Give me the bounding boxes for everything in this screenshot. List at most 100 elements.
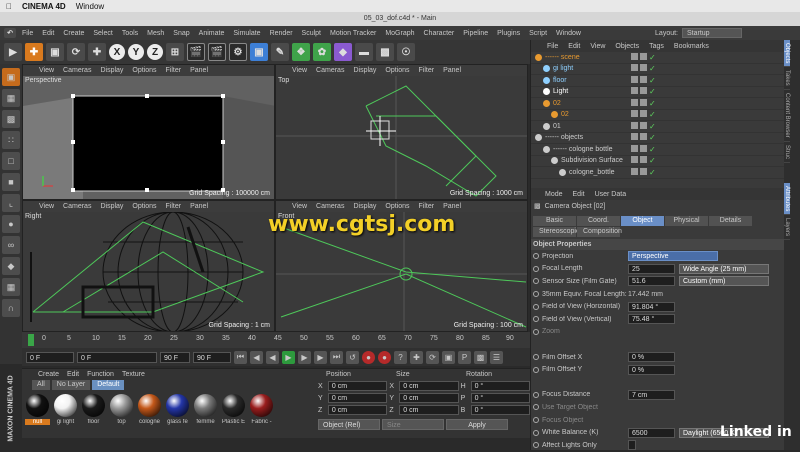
render-view-icon[interactable]: 🎬	[187, 43, 205, 61]
animation-dot-icon[interactable]	[533, 265, 539, 272]
vp-menu-cameras[interactable]: Cameras	[63, 67, 91, 74]
visibility-flags[interactable]: ✓	[631, 167, 656, 177]
material-swatch[interactable]: Fabric -	[249, 394, 274, 432]
position-field[interactable]: 0 cm	[327, 405, 388, 415]
texture-mode-icon[interactable]: ▩	[2, 110, 20, 128]
tab-coord[interactable]: Coord.	[577, 216, 620, 226]
render-picture-viewer-icon[interactable]: 🎬	[208, 43, 226, 61]
mat-menu-texture[interactable]: Texture	[122, 371, 145, 378]
property-field[interactable]: 51.6	[628, 276, 675, 287]
property-field[interactable]: 7 cm	[628, 389, 675, 400]
magnet-icon[interactable]: ∩	[2, 299, 20, 317]
go-to-start-icon[interactable]: ⏮	[234, 350, 247, 364]
menu-tools[interactable]: Tools	[122, 30, 138, 37]
vp-menu-view[interactable]: View	[39, 67, 54, 74]
enabled-check-icon[interactable]: ✓	[649, 110, 656, 119]
animation-dot-icon[interactable]	[533, 291, 539, 298]
next-key-icon[interactable]: ▶	[314, 350, 327, 364]
tab-composition[interactable]: Composition	[577, 227, 622, 237]
vp-menu-display[interactable]: Display	[100, 203, 123, 210]
object-row[interactable]: 01 ✓	[531, 121, 784, 133]
menu-sculpt[interactable]: Sculpt	[302, 30, 321, 37]
object-row[interactable]: ------ cologne bottle ✓	[531, 144, 784, 156]
size-field[interactable]: 0 cm	[399, 381, 459, 391]
layout-dropdown[interactable]: Startup	[682, 28, 742, 38]
visibility-flags[interactable]: ✓	[631, 110, 656, 119]
preset-dropdown[interactable]: Custom (mm)	[679, 276, 769, 287]
visibility-flags[interactable]: ✓	[631, 133, 656, 142]
visibility-flags[interactable]: ✓	[631, 52, 656, 62]
rotation-field[interactable]: 0 °	[470, 405, 530, 415]
vp-menu-options[interactable]: Options	[385, 67, 409, 74]
preset-dropdown[interactable]: Wide Angle (25 mm)	[679, 263, 769, 274]
menu-select[interactable]: Select	[93, 30, 112, 37]
menu-pipeline[interactable]: Pipeline	[463, 30, 488, 37]
points-mode-icon[interactable]: ∷	[2, 131, 20, 149]
visibility-flags[interactable]: ✓	[631, 64, 656, 73]
scale-icon[interactable]: ▣	[46, 43, 64, 61]
window-menu[interactable]: Window	[76, 2, 104, 11]
vp-menu-options[interactable]: Options	[385, 203, 409, 210]
right-tab-takes[interactable]: Takes	[784, 67, 790, 91]
material-swatch[interactable]: null	[25, 394, 50, 432]
om-menu-view[interactable]: View	[590, 43, 605, 50]
right-tab-content-browser[interactable]: Content Browser	[784, 90, 790, 142]
animation-dot-icon[interactable]	[533, 303, 539, 310]
cloner-icon[interactable]: ✿	[313, 43, 331, 61]
visibility-flags[interactable]: ✓	[631, 156, 656, 165]
apple-icon[interactable]: 	[6, 2, 12, 11]
menu-mesh[interactable]: Mesh	[147, 30, 164, 37]
visibility-flags[interactable]: ✓	[631, 87, 656, 96]
property-field[interactable]: 91.804 °	[628, 301, 675, 312]
menu-script[interactable]: Script	[529, 30, 547, 37]
size-field[interactable]: 0 cm	[399, 393, 459, 403]
polygons-mode-icon[interactable]: ■	[2, 173, 20, 191]
animation-dot-icon[interactable]	[533, 278, 539, 285]
tab-stereoscopic[interactable]: Stereoscopic	[533, 227, 579, 237]
rotation-field[interactable]: 0 °	[470, 381, 530, 391]
coord-mode-dropdown[interactable]: Object (Rel)	[318, 418, 380, 430]
am-menu-mode[interactable]: Mode	[545, 191, 563, 198]
camera-icon[interactable]: ▩	[376, 43, 394, 61]
mat-tab-default[interactable]: Default	[92, 380, 125, 390]
edges-mode-icon[interactable]: □	[2, 152, 20, 170]
menu-render[interactable]: Render	[270, 30, 293, 37]
model-mode-icon[interactable]: ▦	[2, 89, 20, 107]
cube-icon[interactable]: ▣	[250, 43, 268, 61]
visibility-flags[interactable]: ✓	[631, 144, 656, 154]
am-menu-user-data[interactable]: User Data	[595, 191, 627, 198]
menu-animate[interactable]: Animate	[199, 30, 225, 37]
move-icon[interactable]: ✚	[25, 43, 43, 61]
enabled-check-icon[interactable]: ✓	[649, 133, 656, 142]
menu-simulate[interactable]: Simulate	[233, 30, 260, 37]
material-swatch[interactable]: Plastic E	[221, 394, 246, 432]
enabled-check-icon[interactable]: ✓	[649, 53, 656, 62]
enabled-check-icon[interactable]: ✓	[649, 99, 656, 108]
material-swatch[interactable]: gi light	[53, 394, 78, 432]
property-field[interactable]: 25	[628, 263, 675, 274]
property-checkbox[interactable]	[628, 440, 636, 451]
loop-icon[interactable]: ↺	[346, 350, 359, 364]
vp-menu-display[interactable]: Display	[100, 67, 123, 74]
mat-menu-edit[interactable]: Edit	[67, 371, 79, 378]
visibility-flags[interactable]: ✓	[631, 121, 656, 131]
go-to-end-icon[interactable]: ⏭	[330, 350, 343, 364]
position-field[interactable]: 0 cm	[327, 381, 388, 391]
viewport-perspective[interactable]: View Cameras Display Options Filter Pane…	[22, 64, 275, 200]
object-row[interactable]: cologne_bottle ✓	[531, 167, 784, 179]
timeline-menu-icon[interactable]: ☰	[490, 350, 503, 364]
right-tab-attributes[interactable]: Attributes	[784, 182, 790, 216]
vp-menu-filter[interactable]: Filter	[166, 203, 182, 210]
object-row[interactable]: gi light ✓	[531, 64, 784, 75]
animation-dot-icon[interactable]	[533, 354, 539, 361]
property-field[interactable]: 0 %	[628, 364, 675, 375]
axis-mode-icon[interactable]: ⌞	[2, 194, 20, 212]
vp-menu-filter[interactable]: Filter	[419, 203, 435, 210]
viewport-right[interactable]: View Cameras Display Options Filter Pane…	[22, 200, 275, 332]
vp-menu-cameras[interactable]: Cameras	[316, 67, 344, 74]
next-frame-icon[interactable]: ▶	[298, 350, 311, 364]
coordinate-system-icon[interactable]: ⊞	[166, 43, 184, 61]
animation-dot-icon[interactable]	[533, 417, 539, 424]
undo-icon[interactable]: ↶	[4, 28, 16, 38]
enabled-check-icon[interactable]: ✓	[649, 145, 656, 154]
